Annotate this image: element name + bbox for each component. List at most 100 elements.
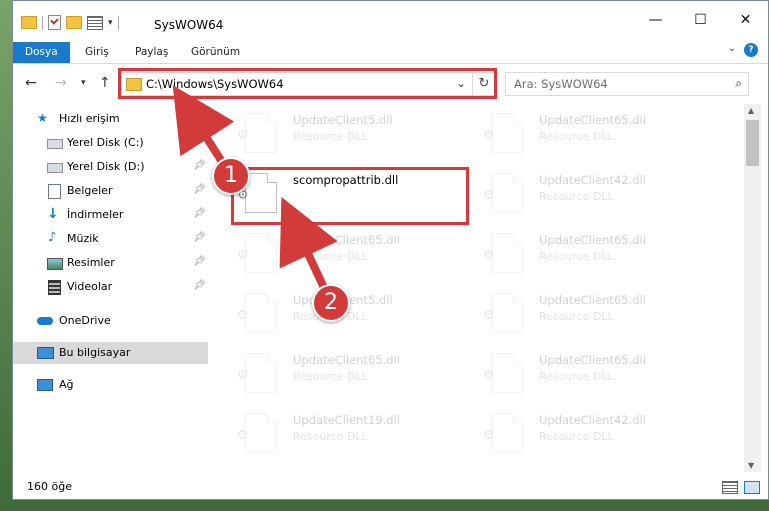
sidebar-item-disk-d[interactable]: Yerel Disk (D:) 📌︎ (13, 156, 208, 178)
sidebar-item-label: OneDrive (59, 314, 111, 327)
minimize-button[interactable]: — (633, 1, 678, 39)
sidebar-item-documents[interactable]: Belgeler 📌︎ (13, 180, 208, 202)
video-icon (48, 280, 61, 295)
large-icons-view-icon[interactable] (744, 481, 760, 494)
music-icon: ♪ (48, 230, 57, 245)
dll-file-icon (245, 353, 277, 393)
sidebar-item-label: Yerel Disk (C:) (67, 136, 144, 149)
file-name: UpdateClient65.dll (293, 233, 400, 247)
forward-arrow-icon[interactable]: → (55, 75, 67, 91)
drive-icon (47, 163, 63, 173)
file-name: UpdateClient65.dll (539, 353, 646, 367)
gear-icon: ⚙ (237, 428, 249, 443)
pin-icon[interactable]: 📌︎ (193, 280, 206, 291)
close-button[interactable]: ✕ (723, 1, 768, 39)
list-item[interactable]: ⚙ UpdateClient19.dll Resource DLL (231, 410, 471, 466)
scrollbar-thumb[interactable] (746, 120, 759, 166)
gear-icon: ⚙ (237, 128, 249, 143)
help-icon[interactable]: ? (744, 43, 758, 57)
scroll-down-icon[interactable]: ▼ (748, 461, 754, 470)
list-item[interactable]: ⚙ UpdateClient65.dll Resource DLL (231, 350, 471, 406)
pin-icon[interactable]: 📌︎ (193, 208, 206, 219)
folder-icon (21, 16, 37, 29)
scroll-up-icon[interactable]: ▲ (748, 106, 754, 115)
list-item[interactable]: ⚙ UpdateClient5.dll Resource DLL (231, 290, 471, 346)
list-item[interactable]: ⚙ UpdateClient42.dll Resource DLL (477, 170, 717, 226)
file-type: Resource DLL (293, 250, 368, 263)
sidebar-item-this-pc[interactable]: Bu bilgisayar (13, 342, 208, 364)
list-item[interactable]: ⚙ UpdateClient42.dll Resource DLL (477, 410, 717, 466)
file-type: Resource DLL (539, 310, 614, 323)
sidebar-item-disk-c[interactable]: Yerel Disk (C:) 📌︎ (13, 132, 208, 154)
list-item[interactable]: ⚙ UpdateClient65.dll Resource DLL (231, 230, 471, 286)
file-list: ⚙ UpdateClient5.dll Resource DLL ⚙ scomp… (221, 104, 744, 472)
new-folder-icon[interactable] (66, 16, 82, 29)
vertical-scrollbar[interactable]: ▲ ▼ (744, 104, 761, 472)
tab-dosya[interactable]: Dosya (13, 42, 70, 63)
tab-giris[interactable]: Giriş (73, 42, 121, 63)
details-view-icon[interactable] (722, 481, 738, 494)
sidebar-item-label: Videolar (67, 280, 113, 293)
dll-file-icon (491, 293, 523, 333)
list-item[interactable]: ⚙ UpdateClient65.dll Resource DLL (477, 350, 717, 406)
navigation-pane: ★ Hızlı erişim Yerel Disk (C:) 📌︎ Yerel … (13, 104, 208, 472)
sidebar-item-quick-access[interactable]: ★ Hızlı erişim (13, 108, 208, 130)
dll-file-icon (491, 113, 523, 153)
sidebar-item-label: İndirmeler (67, 208, 124, 221)
file-name: UpdateClient65.dll (539, 233, 646, 247)
file-name: UpdateClient42.dll (539, 173, 646, 187)
sidebar-item-label: Bu bilgisayar (59, 346, 131, 359)
maximize-button[interactable]: ☐ (678, 1, 723, 39)
quick-access-toolbar: ▾ (21, 15, 119, 30)
drive-icon (47, 139, 63, 149)
search-icon[interactable]: ⌕ (735, 76, 742, 91)
file-type: Resource DLL (539, 370, 614, 383)
pin-icon[interactable]: 📌︎ (193, 232, 206, 243)
pin-icon[interactable]: 📌︎ (193, 256, 206, 267)
sidebar-item-pictures[interactable]: Resimler 📌︎ (13, 252, 208, 274)
customize-toolbar-chevron-icon[interactable]: ▾ (108, 18, 113, 28)
dll-file-icon (245, 233, 277, 273)
sidebar-item-label: Belgeler (67, 184, 113, 197)
tab-gorunum[interactable]: Görünüm (179, 42, 252, 63)
sidebar-item-network[interactable]: Ağ (13, 374, 208, 396)
sidebar-item-onedrive[interactable]: OneDrive (13, 310, 208, 332)
file-name: UpdateClient19.dll (293, 413, 400, 427)
gear-icon: ⚙ (483, 428, 495, 443)
toolbar-separator (42, 15, 43, 30)
list-item[interactable]: ⚙ UpdateClient65.dll Resource DLL (477, 290, 717, 346)
sidebar-item-downloads[interactable]: ↓ İndirmeler 📌︎ (13, 204, 208, 226)
pin-icon[interactable]: 📌︎ (193, 160, 206, 171)
file-name: UpdateClient65.dll (293, 353, 400, 367)
file-type: Resource DLL (539, 430, 614, 443)
back-arrow-icon[interactable]: ← (25, 75, 37, 91)
dll-file-icon (245, 293, 277, 333)
pin-icon[interactable]: 📌︎ (193, 184, 206, 195)
view-options-icon[interactable] (87, 15, 103, 30)
file-type: Resource DLL (293, 130, 368, 143)
file-name: UpdateClient65.dll (539, 293, 646, 307)
step-badge-2: 2 (312, 284, 350, 322)
file-type: Resource DLL (539, 190, 614, 203)
dll-file-icon (491, 353, 523, 393)
sidebar-item-label: Resimler (67, 256, 115, 269)
list-item[interactable]: ⚙ UpdateClient5.dll Resource DLL (231, 110, 471, 166)
pictures-icon (47, 258, 63, 270)
file-name: UpdateClient5.dll (293, 113, 393, 127)
search-placeholder[interactable]: Ara: SysWOW64 (514, 77, 608, 91)
expand-ribbon-chevron-icon[interactable]: ⌄ (728, 43, 736, 54)
pin-icon[interactable]: 📌︎ (193, 136, 206, 147)
sidebar-item-videos[interactable]: Videolar 📌︎ (13, 276, 208, 298)
tab-paylas[interactable]: Paylaş (123, 42, 180, 63)
sidebar-item-music[interactable]: ♪ Müzik 📌︎ (13, 228, 208, 250)
up-arrow-icon[interactable]: ↑ (99, 75, 111, 91)
sidebar-item-label: Yerel Disk (D:) (67, 160, 145, 173)
properties-check-icon[interactable] (48, 15, 61, 30)
list-item[interactable]: ⚙ UpdateClient65.dll Resource DLL (477, 230, 717, 286)
title-bar: ▾ SysWOW64 — ☐ ✕ (13, 1, 768, 39)
dll-file-icon (245, 113, 277, 153)
dll-file-icon (245, 413, 277, 453)
search-box[interactable]: Ara: SysWOW64 ⌕ (505, 72, 749, 96)
recent-locations-chevron-icon[interactable]: ▾ (81, 78, 86, 88)
list-item[interactable]: ⚙ UpdateClient65.dll Resource DLL (477, 110, 717, 166)
